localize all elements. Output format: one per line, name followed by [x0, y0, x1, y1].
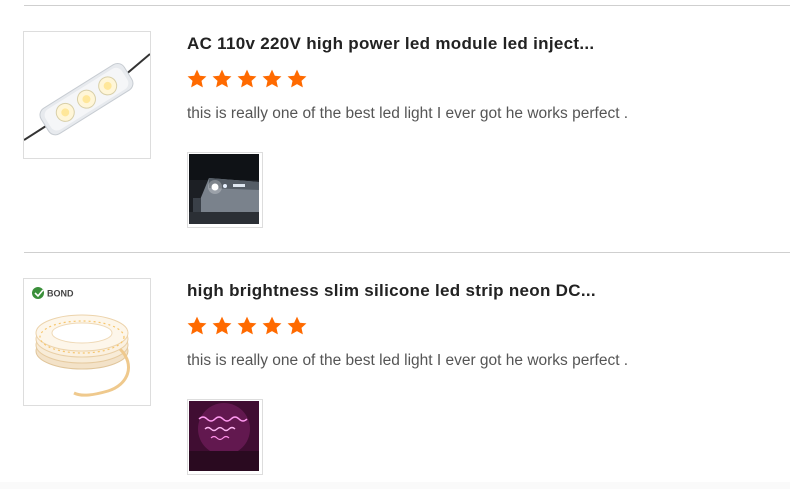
star-rating	[186, 68, 308, 92]
review-photo[interactable]	[187, 399, 263, 475]
product-title[interactable]: high brightness slim silicone led strip …	[187, 281, 747, 301]
star-icon	[237, 69, 257, 88]
product-thumbnail[interactable]: BOND	[23, 278, 151, 406]
star-icon	[262, 316, 282, 335]
product-thumbnail[interactable]	[23, 31, 151, 159]
star-rating	[186, 315, 308, 339]
review-comment: this is really one of the best led light…	[187, 352, 629, 369]
star-icon	[212, 316, 232, 335]
star-icon	[212, 69, 232, 88]
star-icon	[187, 316, 207, 335]
review-comment: this is really one of the best led light…	[187, 105, 629, 122]
star-icon	[237, 316, 257, 335]
star-icon	[187, 69, 207, 88]
star-icon	[287, 316, 307, 335]
star-icon	[262, 69, 282, 88]
brand-logo-text: BOND	[47, 289, 74, 299]
review-item: BOND high brightness slim silicone led s…	[0, 253, 790, 493]
bottom-edge	[0, 482, 790, 489]
product-title[interactable]: AC 110v 220V high power led module led i…	[187, 34, 747, 54]
review-photo[interactable]	[187, 152, 263, 228]
review-item: AC 110v 220V high power led module led i…	[0, 6, 790, 246]
star-icon	[287, 69, 307, 88]
